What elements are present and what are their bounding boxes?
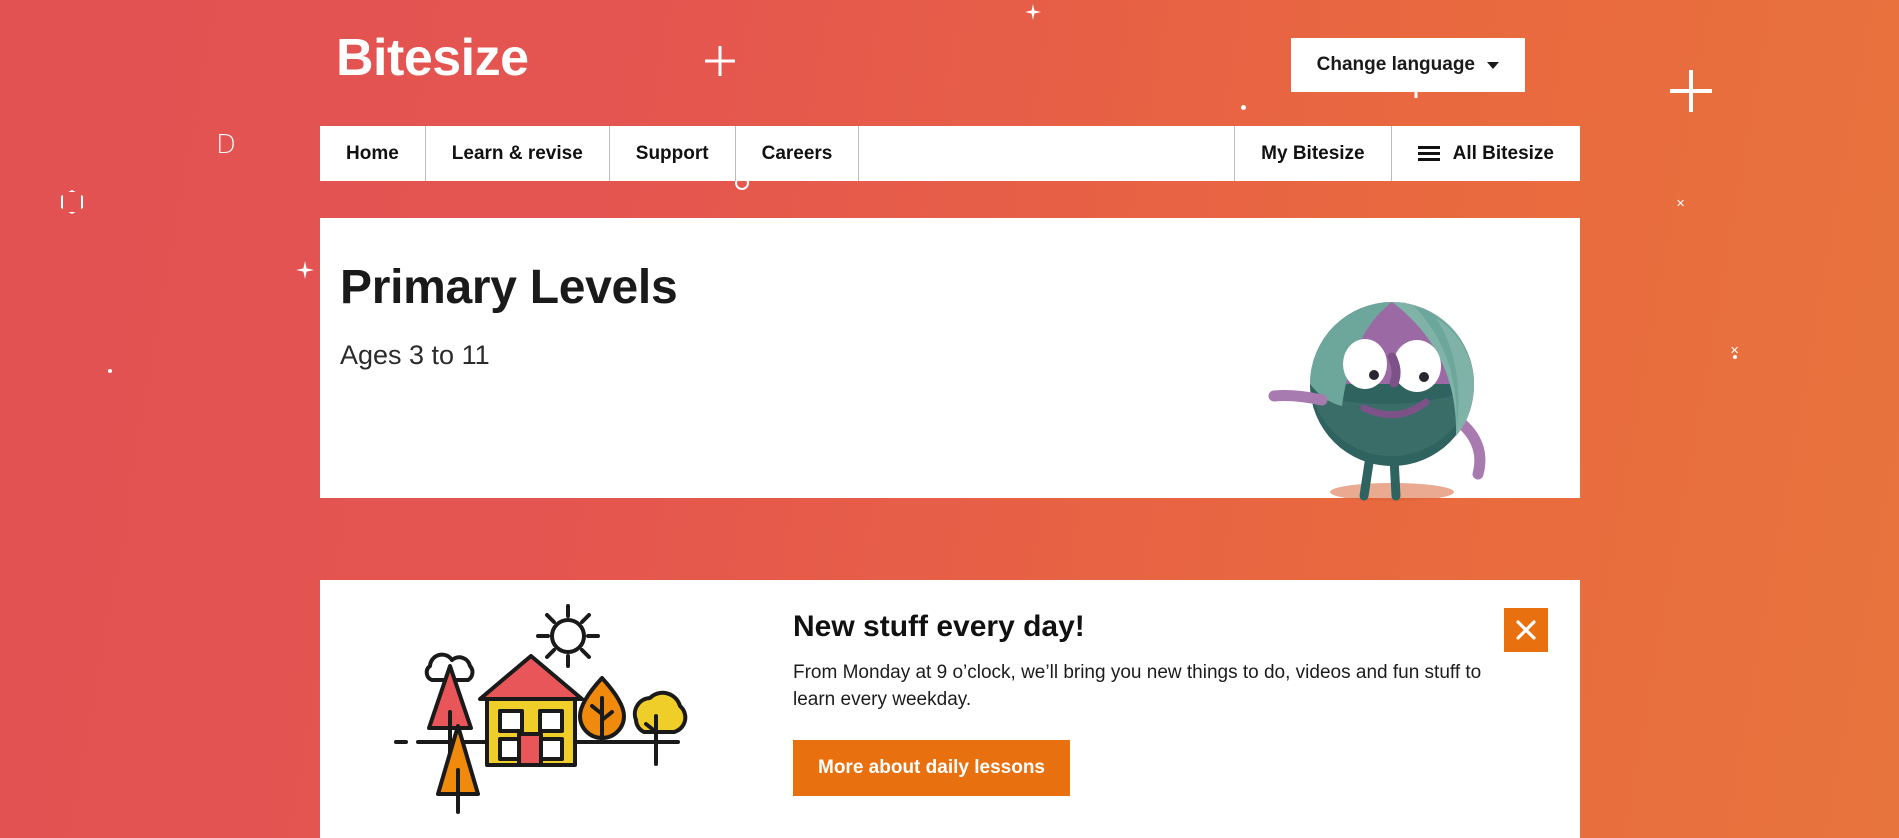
nav-item-label: Learn & revise xyxy=(451,142,583,164)
house-svg xyxy=(394,604,688,814)
nav-item-all-bitesize[interactable]: All Bitesize xyxy=(1392,126,1580,181)
promo-description: From Monday at 9 o’clock, we’ll bring yo… xyxy=(793,662,1482,710)
masthead: Bitesize Change language xyxy=(0,0,1899,130)
nav-item-home[interactable]: Home xyxy=(320,126,426,181)
brand-logo[interactable]: Bitesize xyxy=(336,28,529,88)
close-banner-button[interactable] xyxy=(1504,608,1548,652)
page-title: Primary Levels xyxy=(340,261,678,314)
nav-spacer xyxy=(859,126,1236,181)
hamburger-menu-icon xyxy=(1417,146,1440,161)
main-navigation[interactable]: Home Learn & revise Support Careers My B… xyxy=(320,126,1580,181)
change-language-button[interactable]: Change language xyxy=(1290,38,1525,92)
nav-item-careers[interactable]: Careers xyxy=(736,126,860,181)
nav-item-label: All Bitesize xyxy=(1452,142,1554,164)
page-subtitle: Ages 3 to 11 xyxy=(340,340,490,370)
hero-card: Primary Levels Ages 3 to 11 xyxy=(320,218,1580,501)
nav-item-learn-and-revise[interactable]: Learn & revise xyxy=(426,126,610,181)
close-icon xyxy=(1516,620,1536,640)
page-root: Bitesize Change language Home Learn & re… xyxy=(0,0,1899,838)
nav-item-label: Support xyxy=(635,142,709,164)
chevron-down-icon xyxy=(1487,61,1499,69)
nav-item-support[interactable]: Support xyxy=(610,126,736,181)
nav-item-label: Careers xyxy=(761,142,833,164)
house-illustration xyxy=(388,594,688,814)
nav-item-label: My Bitesize xyxy=(1261,142,1365,164)
promo-banner-body: New stuff every day! From Monday at 9 o’… xyxy=(793,610,1513,796)
change-language-label: Change language xyxy=(1316,54,1475,75)
nav-item-my-bitesize[interactable]: My Bitesize xyxy=(1235,126,1392,181)
nav-secondary-group: My Bitesize All Bitesize xyxy=(1235,126,1580,181)
promo-banner: New stuff every day! From Monday at 9 o’… xyxy=(320,580,1580,838)
more-about-daily-lessons-button[interactable]: More about daily lessons xyxy=(793,739,1070,796)
bitesize-character-illustration xyxy=(1264,242,1534,512)
nav-primary-group: Home Learn & revise Support Careers xyxy=(320,126,1236,181)
promo-heading: New stuff every day! xyxy=(793,610,1085,643)
character-svg xyxy=(1268,302,1486,501)
nav-item-label: Home xyxy=(346,142,399,164)
